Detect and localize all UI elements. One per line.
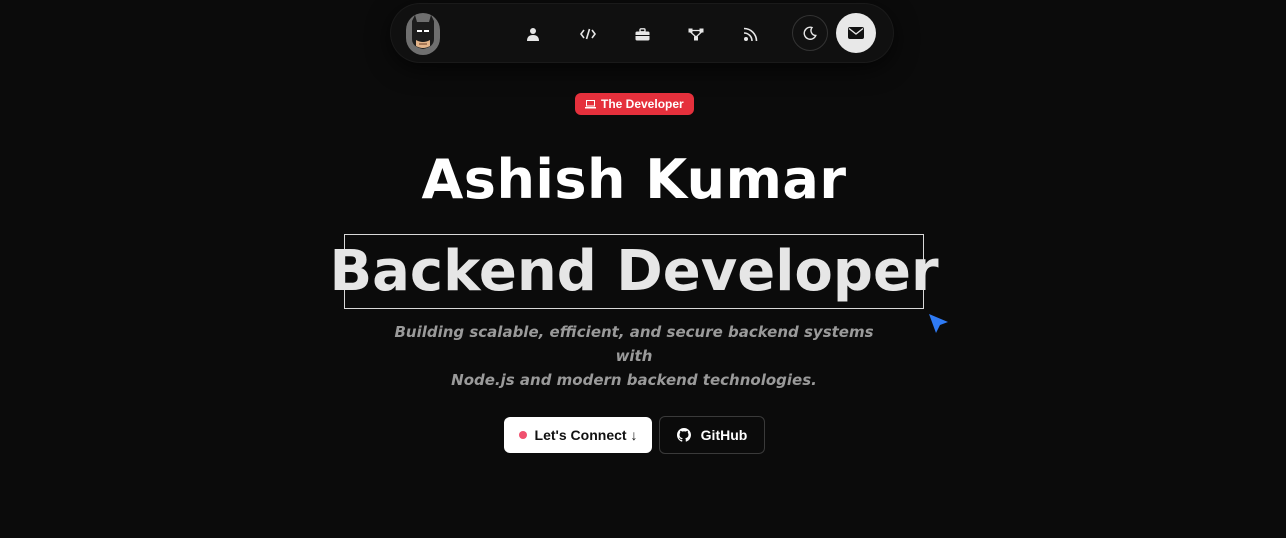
- top-navigation: [391, 4, 893, 62]
- subtitle-line-2: Node.js and modern backend technologies.: [451, 371, 817, 389]
- nav-link-skills[interactable]: [573, 19, 603, 49]
- avatar[interactable]: [406, 13, 440, 55]
- moon-icon: [803, 26, 817, 40]
- envelope-icon: [848, 27, 864, 39]
- github-icon: [676, 428, 691, 442]
- badge-label: The Developer: [601, 97, 684, 111]
- role-title: Backend Developer: [329, 239, 939, 304]
- contact-button[interactable]: [836, 13, 876, 53]
- rss-icon: [743, 27, 757, 41]
- nav-link-blog[interactable]: [735, 19, 765, 49]
- nav-link-about[interactable]: [518, 19, 548, 49]
- lets-connect-button[interactable]: Let's Connect ↓: [504, 417, 652, 453]
- nav-link-experience[interactable]: [627, 19, 657, 49]
- subtitle-line-1: Building scalable, efficient, and secure…: [394, 323, 874, 365]
- briefcase-icon: [635, 27, 649, 40]
- laptop-icon: [585, 99, 596, 108]
- network-icon: [688, 28, 704, 40]
- lets-connect-label: Let's Connect ↓: [534, 427, 638, 443]
- code-icon: [580, 28, 596, 40]
- user-icon: [527, 28, 539, 41]
- portfolio-page: The Developer Ashish Kumar Backend Devel…: [0, 0, 1286, 538]
- theme-toggle-button[interactable]: [792, 15, 828, 51]
- batman-avatar-icon: [412, 15, 434, 49]
- pointer-cursor-icon: [929, 314, 948, 333]
- status-dot: [518, 431, 527, 439]
- role-badge: The Developer: [575, 93, 694, 115]
- hero-subtitle: Building scalable, efficient, and secure…: [384, 320, 884, 392]
- nav-link-projects[interactable]: [681, 19, 711, 49]
- role-text-box: Backend Developer: [329, 234, 939, 309]
- github-label: GitHub: [700, 427, 748, 443]
- github-button[interactable]: GitHub: [659, 416, 765, 454]
- hero-name: Ashish Kumar: [421, 148, 847, 211]
